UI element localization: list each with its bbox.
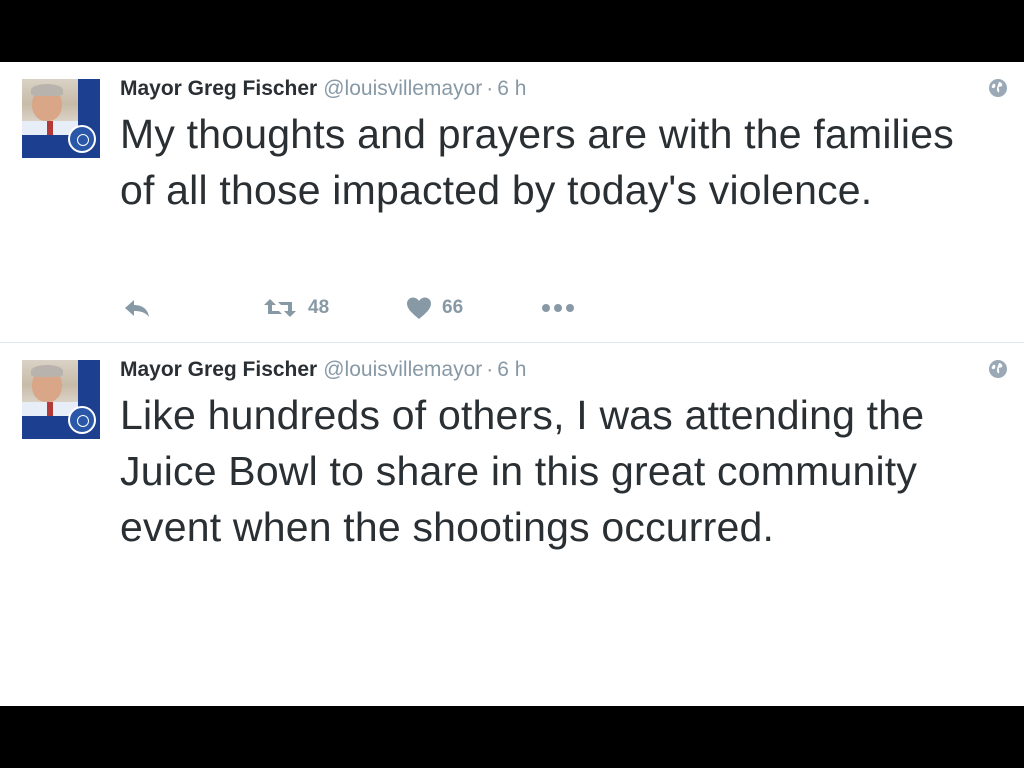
tweet-text: Like hundreds of others, I was attending… — [120, 392, 925, 550]
avatar[interactable] — [22, 360, 100, 439]
avatar-photo — [22, 360, 78, 416]
retweet-button[interactable]: 48 — [262, 294, 329, 322]
author-handle[interactable]: @louisvillemayor — [323, 358, 482, 381]
retweet-icon — [264, 299, 296, 317]
avatar-photo — [22, 79, 78, 135]
city-seal-icon — [68, 406, 96, 434]
like-button[interactable]: 66 — [406, 294, 463, 322]
globe-icon — [989, 79, 1007, 97]
tweet-header: Mayor Greg Fischer @louisvillemayor · 6 h — [120, 76, 526, 102]
author-name[interactable]: Mayor Greg Fischer — [120, 358, 317, 381]
tweet[interactable]: Mayor Greg Fischer @louisvillemayor · 6 h L… — [0, 343, 1024, 706]
like-count: 66 — [442, 297, 464, 318]
tweet-feed: Mayor Greg Fischer @louisvillemayor · 6 h M… — [0, 62, 1024, 706]
tweet-header: Mayor Greg Fischer @louisvillemayor · 6 h — [120, 357, 526, 383]
timestamp[interactable]: 6 h — [497, 358, 526, 381]
letterbox-top — [0, 0, 1024, 62]
more-dots-icon — [542, 304, 574, 312]
tweet-actions: 48 66 — [120, 294, 620, 322]
city-seal-icon — [68, 125, 96, 153]
tweet[interactable]: Mayor Greg Fischer @louisvillemayor · 6 h M… — [0, 62, 1024, 343]
tweet-text: My thoughts and prayers are with the fam… — [120, 111, 954, 213]
reply-icon — [125, 300, 149, 317]
heart-icon — [407, 297, 431, 319]
globe-icon — [989, 360, 1007, 378]
avatar[interactable] — [22, 79, 100, 158]
retweet-count: 48 — [308, 297, 330, 318]
more-button[interactable] — [540, 294, 576, 322]
separator: · — [486, 77, 494, 100]
screen: Mayor Greg Fischer @louisvillemayor · 6 h M… — [0, 0, 1024, 768]
author-name[interactable]: Mayor Greg Fischer — [120, 77, 317, 100]
timestamp[interactable]: 6 h — [497, 77, 526, 100]
separator: · — [486, 358, 494, 381]
author-handle[interactable]: @louisvillemayor — [323, 77, 482, 100]
letterbox-bottom — [0, 706, 1024, 768]
reply-button[interactable] — [122, 294, 152, 322]
